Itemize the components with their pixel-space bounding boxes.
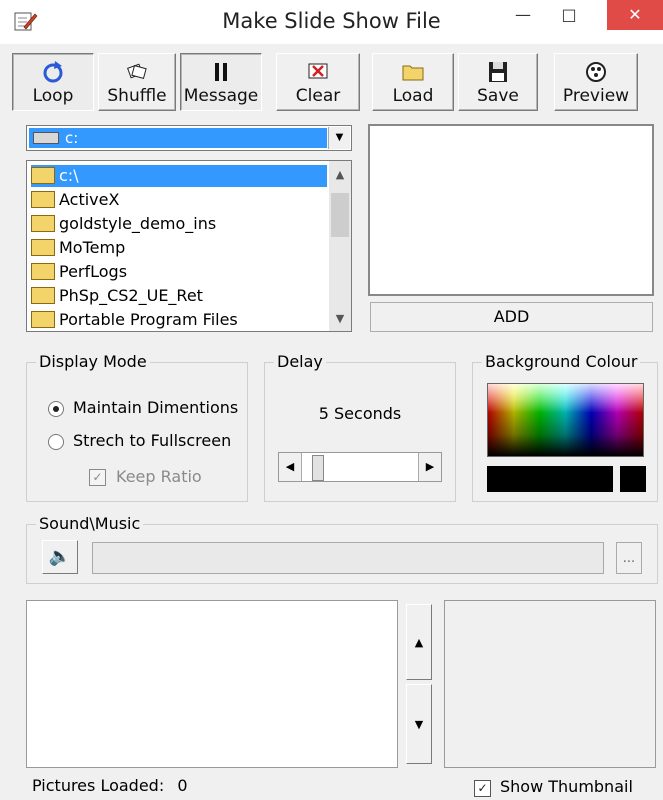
save-button[interactable]: Save [458,53,538,111]
delay-slider[interactable]: ◀ ▶ [278,452,442,482]
folder-item[interactable]: Portable Program Files [31,309,238,331]
clear-button[interactable]: Clear [276,53,360,111]
delay-title: Delay [274,352,326,371]
message-label: Message [183,86,259,106]
pictures-list[interactable] [26,600,398,768]
folder-open-icon [31,167,55,184]
add-button[interactable]: ADD [370,302,653,332]
keep-ratio-label: Keep Ratio [116,467,202,486]
preview-label: Preview [562,86,630,106]
folder-list-scrollbar[interactable]: ▲ ▼ [329,161,351,331]
folder-item[interactable]: PhSp_CS2_UE_Ret [31,285,203,307]
stretch-fullscreen-radio[interactable] [48,434,64,450]
stretch-fullscreen-label[interactable]: Strech to Fullscreen [73,431,231,450]
delay-value-text: 5 Seconds [318,404,402,423]
drive-selected-value: c: [29,128,327,148]
sound-music-title: Sound\Music [36,514,144,533]
maximize-button[interactable]: □ [546,0,592,30]
chevron-down-icon[interactable]: ▼ [328,127,350,149]
shuffle-cards-icon [127,63,147,79]
folder-icon [31,215,55,232]
show-thumbnail-label[interactable]: Show Thumbnail [500,777,633,796]
close-button[interactable]: ✕ [607,0,663,30]
load-button[interactable]: Load [372,53,454,111]
maximize-icon: □ [561,5,577,24]
loop-label: Loop [32,86,74,106]
scroll-left-icon[interactable]: ◀ [279,453,302,481]
floppy-disk-icon [489,62,507,82]
clear-icon [308,63,328,79]
folder-icon [31,311,55,328]
delay-slider-thumb[interactable] [312,455,324,481]
folder-item[interactable]: goldstyle_demo_ins [31,213,216,235]
image-preview-pane [368,124,654,296]
move-up-icon: ▲ [414,636,424,649]
clear-label: Clear [295,86,341,106]
folder-icon [31,191,55,208]
drive-select[interactable]: c: ▼ [26,125,352,151]
save-label: Save [477,86,519,106]
folder-icon [31,239,55,256]
preview-button[interactable]: Preview [554,53,638,111]
folder-item[interactable]: c:\ [31,165,327,187]
shuffle-label: Shuffle [107,86,167,106]
background-colour-title: Background Colour [482,352,641,371]
folder-list[interactable]: c:\ ActiveX goldstyle_demo_ins MoTemp Pe… [26,160,352,332]
minimize-button[interactable]: — [500,0,546,30]
scrollbar-thumb[interactable] [331,193,349,237]
sound-path-field[interactable] [92,542,604,574]
pictures-loaded-label: Pictures Loaded: [32,776,165,795]
move-down-button[interactable]: ▼ [406,684,432,764]
maintain-dimensions-label[interactable]: Maintain Dimentions [73,398,238,417]
pictures-loaded-status: Pictures Loaded: 0 [32,776,188,795]
film-reel-icon [586,62,606,82]
scroll-down-icon[interactable]: ▼ [329,309,351,329]
scroll-up-icon[interactable]: ▲ [329,165,351,185]
scroll-right-icon[interactable]: ▶ [418,453,441,481]
close-icon: ✕ [628,5,642,24]
move-down-icon: ▼ [414,718,424,731]
selected-colour-swatch[interactable] [487,466,613,492]
pictures-loaded-count: 0 [177,776,188,795]
loop-icon [43,61,63,83]
keep-ratio-checkbox[interactable]: ✓ [89,469,106,486]
show-thumbnail-checkbox[interactable]: ✓ [474,780,491,797]
maintain-dimensions-radio[interactable] [48,401,64,417]
thumbnail-pane [444,600,656,768]
folder-item[interactable]: ActiveX [31,189,119,211]
speaker-icon: 🔈 [48,546,72,567]
speaker-button[interactable]: 🔈 [42,540,78,574]
folder-icon [31,287,55,304]
folder-item[interactable]: PerfLogs [31,261,127,283]
folder-icon [31,263,55,280]
pause-icon [215,63,227,81]
minimize-icon: — [515,5,531,24]
move-up-button[interactable]: ▲ [406,604,432,680]
colour-palette[interactable] [487,383,644,457]
message-button[interactable]: Message [180,53,262,111]
drive-icon [33,132,59,144]
open-folder-icon [402,65,424,81]
loop-button[interactable]: Loop [12,53,94,111]
colour-indicator-swatch[interactable] [620,466,646,492]
folder-item[interactable]: MoTemp [31,237,125,259]
display-mode-title: Display Mode [36,352,150,371]
sound-browse-button[interactable]: ... [616,542,642,574]
title-bar: Make Slide Show File — □ ✕ [0,0,663,44]
shuffle-button[interactable]: Shuffle [98,53,176,111]
load-label: Load [392,86,434,106]
